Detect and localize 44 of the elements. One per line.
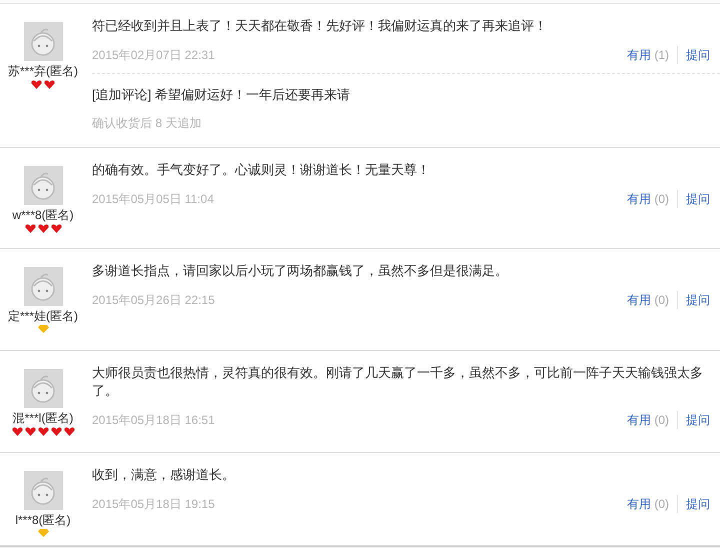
avatar-icon [30,272,56,302]
heart-icon [12,427,22,436]
heart-icon [64,427,74,436]
appended-review-text: [追加评论] 希望偏财运好！一年后还要再来请 [92,86,351,104]
review-text: 收到，满意，感谢道长。 [92,466,236,484]
ask-link[interactable]: 提问 [686,291,712,309]
heart-icon [38,427,48,436]
ask-link[interactable]: 提问 [686,190,712,208]
review-date: 2015年05月26日 22:15 [92,292,216,309]
review-text: 大师很员责也很热情，灵符真的很有效。刚请了几天赢了一千多，虽然不多，可比前一阵子天天输钱强太多了。 [92,364,704,400]
avatar-icon [30,374,56,404]
useful-link[interactable]: 有用 (0) [626,495,669,513]
review-date: 2015年05月05日 11:04 [92,191,215,208]
review-date: 2015年05月18日 16:51 [92,412,216,429]
diamond-icon [38,529,48,537]
user-name: 苏***弃(匿名) [8,63,78,79]
append-note: 确认收货后 8 天追加 [92,115,202,132]
review-date: 2015年02月07日 22:31 [92,47,216,64]
user-name: 混***l(匿名) [12,410,74,426]
ask-link[interactable]: 提问 [686,495,712,513]
ask-link[interactable]: 提问 [686,411,712,429]
avatar-icon [30,26,56,56]
heart-icon [50,427,62,436]
heart-icon [38,224,48,233]
review-text: 的确有效。手气变好了。心诚则灵！谢谢道长！无量天尊！ [92,161,431,179]
useful-link[interactable]: 有用 (0) [626,291,669,309]
heart-icon [50,224,62,233]
review-text: 符已经收到并且上表了！天天都在敬香！先好评！我偏财运真的来了再来追评！ [92,17,548,35]
useful-link[interactable]: 有用 (1) [626,46,669,64]
avatar-icon [30,476,56,506]
heart-icon [24,224,36,233]
user-name: w***8(匿名) [12,207,74,223]
useful-link[interactable]: 有用 (0) [626,190,669,208]
heart-icon [44,80,55,89]
heart-icon [24,427,36,436]
heart-icon [31,80,42,89]
user-name: l***8(匿名) [15,512,71,528]
review-text: 多谢道长指点，请回家以后小玩了两场都赢钱了，虽然不多但是很满足。 [92,262,509,280]
user-name: 定***娃(匿名) [8,308,78,324]
review-date: 2015年05月18日 19:15 [92,496,216,513]
diamond-icon [38,325,48,333]
ask-link[interactable]: 提问 [686,46,712,64]
useful-link[interactable]: 有用 (0) [626,411,669,429]
avatar-icon [30,170,56,200]
